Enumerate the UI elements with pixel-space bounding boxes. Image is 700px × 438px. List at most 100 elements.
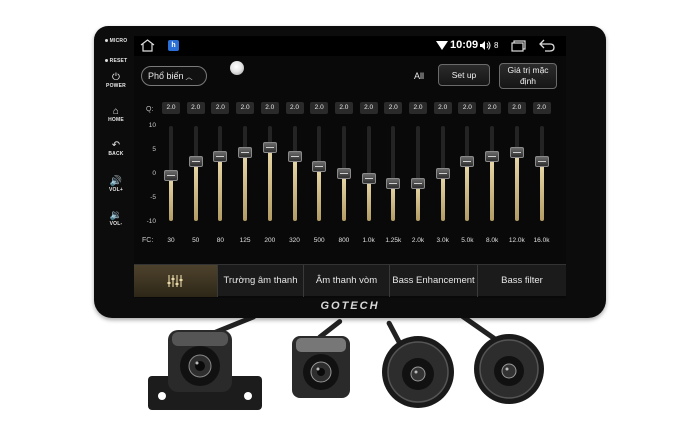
tab-bar: Trường âm thanh Âm thanh vòm Bass Enhanc… — [134, 264, 566, 297]
eq-slider-knob[interactable] — [164, 170, 178, 182]
q-value-box[interactable]: 2.0 — [186, 102, 205, 114]
eq-slider-knob[interactable] — [361, 172, 376, 184]
eq-slider-knob[interactable] — [213, 151, 228, 163]
db-scale-label: 0 — [152, 170, 156, 177]
eq-slider-knob[interactable] — [460, 156, 475, 168]
eq-slider-fill — [440, 173, 445, 221]
eq-slider-fill — [317, 166, 322, 221]
volume-level: 8 — [494, 41, 499, 50]
back-icon: ↶ — [111, 140, 121, 151]
tab-sound-field[interactable]: Trường âm thanh — [218, 265, 304, 297]
home-button[interactable]: ⌂ HOME — [94, 106, 138, 123]
q-value-box[interactable]: 2.0 — [236, 102, 255, 114]
eq-slider-knob[interactable] — [386, 177, 401, 189]
recent-apps-icon[interactable] — [511, 40, 526, 52]
q-value-box[interactable]: 2.0 — [359, 102, 378, 114]
db-scale-label: -10 — [146, 218, 156, 225]
eq-slider-fill — [465, 161, 470, 221]
volume-up-button[interactable]: 🔊 VOL+ — [94, 176, 138, 193]
eq-slider-track[interactable] — [416, 126, 420, 221]
q-value-box[interactable]: 2.0 — [532, 102, 551, 114]
power-icon: ⏻ — [111, 72, 121, 83]
eq-screen: h 10:09 8 Phổ biến ︿ All Set up Giá trị … — [134, 36, 566, 298]
eq-slider-fill — [218, 156, 223, 221]
eq-slider-track[interactable] — [218, 126, 223, 221]
q-value-box[interactable]: 2.0 — [310, 102, 329, 114]
q-value-box[interactable]: 2.0 — [334, 102, 353, 114]
eq-slider-track[interactable] — [391, 126, 396, 221]
volume-icon — [480, 41, 491, 50]
eq-slider-track[interactable] — [317, 126, 322, 221]
volume-up-icon: 🔊 — [109, 176, 123, 187]
q-value-box[interactable]: 2.0 — [260, 102, 279, 114]
frequency-label: 16.0k — [533, 237, 550, 244]
eq-slider-fill — [193, 161, 198, 221]
tab-equalizer[interactable] — [134, 265, 218, 297]
eq-slider-knob[interactable] — [435, 168, 450, 179]
tab-bass-filter[interactable]: Bass filter — [478, 265, 566, 297]
eq-slider-track[interactable] — [243, 126, 248, 221]
eq-slider-knob[interactable] — [312, 160, 327, 172]
app-icon[interactable]: h — [168, 40, 179, 51]
brand-logo: GOTECH — [320, 300, 380, 312]
db-scale-label: -5 — [150, 194, 156, 201]
bracket-camera — [148, 330, 262, 410]
eq-slider-fill — [490, 156, 495, 221]
eq-slider-fill — [366, 178, 371, 221]
default-values-button[interactable]: Giá trị mặc định — [499, 63, 557, 89]
round-camera-right — [474, 334, 544, 404]
eq-slider-track[interactable] — [539, 126, 544, 221]
eq-slider-fill — [243, 152, 248, 221]
q-value-box[interactable]: 2.0 — [409, 102, 427, 114]
eq-slider-knob[interactable] — [411, 177, 425, 189]
preset-dropdown[interactable]: Phổ biến ︿ — [141, 66, 207, 86]
back-button[interactable]: ↶ BACK — [94, 140, 138, 157]
tab-surround-sound[interactable]: Âm thanh vòm — [304, 265, 390, 297]
q-value-box[interactable]: 2.0 — [507, 102, 526, 114]
product-photo: MICRO RESET ⏻ POWER ⌂ HOME ↶ BACK 🔊 VOL+… — [0, 0, 700, 438]
round-camera-left — [382, 336, 454, 408]
back-arrow-icon[interactable] — [539, 39, 555, 52]
eq-slider-fill — [416, 183, 420, 221]
tab-bass-enhancement[interactable]: Bass Enhancement — [390, 265, 478, 297]
eq-slider-fill — [169, 175, 173, 221]
reset-button[interactable]: RESET — [94, 58, 138, 64]
db-scale-label: 10 — [148, 122, 156, 129]
eq-slider-track[interactable] — [267, 126, 272, 221]
q-value-box[interactable]: 2.0 — [162, 102, 180, 114]
q-value-box[interactable]: 2.0 — [211, 102, 230, 114]
q-value-box[interactable]: 2.0 — [483, 102, 502, 114]
eq-slider-knob[interactable] — [262, 141, 277, 153]
home-icon[interactable] — [140, 39, 155, 52]
eq-slider-knob[interactable] — [534, 156, 549, 168]
q-value-box[interactable]: 2.0 — [433, 102, 452, 114]
all-label[interactable]: All — [414, 71, 424, 81]
q-value-box[interactable]: 2.0 — [384, 102, 403, 114]
eq-slider-knob[interactable] — [485, 151, 500, 163]
eq-slider-track[interactable] — [514, 126, 519, 221]
q-value-box[interactable]: 2.0 — [458, 102, 477, 114]
db-scale-label: 5 — [152, 146, 156, 153]
eq-slider-knob[interactable] — [238, 146, 253, 158]
setup-button[interactable]: Set up — [438, 64, 490, 86]
chevron-up-icon: ︿ — [185, 74, 193, 81]
status-bar: h 10:09 8 — [134, 36, 566, 56]
fc-label: FC: — [142, 237, 154, 244]
eq-slider-fill — [539, 161, 544, 221]
eq-slider-knob[interactable] — [509, 146, 524, 158]
equalizer-icon — [167, 275, 183, 287]
power-button[interactable]: ⏻ POWER — [94, 72, 138, 89]
eq-slider-track[interactable] — [193, 126, 198, 221]
box-camera — [292, 336, 350, 398]
volume-down-button[interactable]: 🔉 VOL- — [94, 210, 138, 227]
eq-slider-knob[interactable] — [336, 168, 351, 179]
clock: 10:09 — [450, 39, 479, 51]
assistive-touch-icon[interactable] — [230, 61, 244, 75]
eq-slider-fill — [267, 147, 272, 221]
eq-slider-knob[interactable] — [188, 156, 203, 168]
eq-slider-track[interactable] — [292, 126, 297, 221]
eq-slider-knob[interactable] — [287, 151, 302, 163]
q-value-box[interactable]: 2.0 — [285, 102, 304, 114]
eq-slider-track[interactable] — [490, 126, 495, 221]
eq-slider-track[interactable] — [465, 126, 470, 221]
